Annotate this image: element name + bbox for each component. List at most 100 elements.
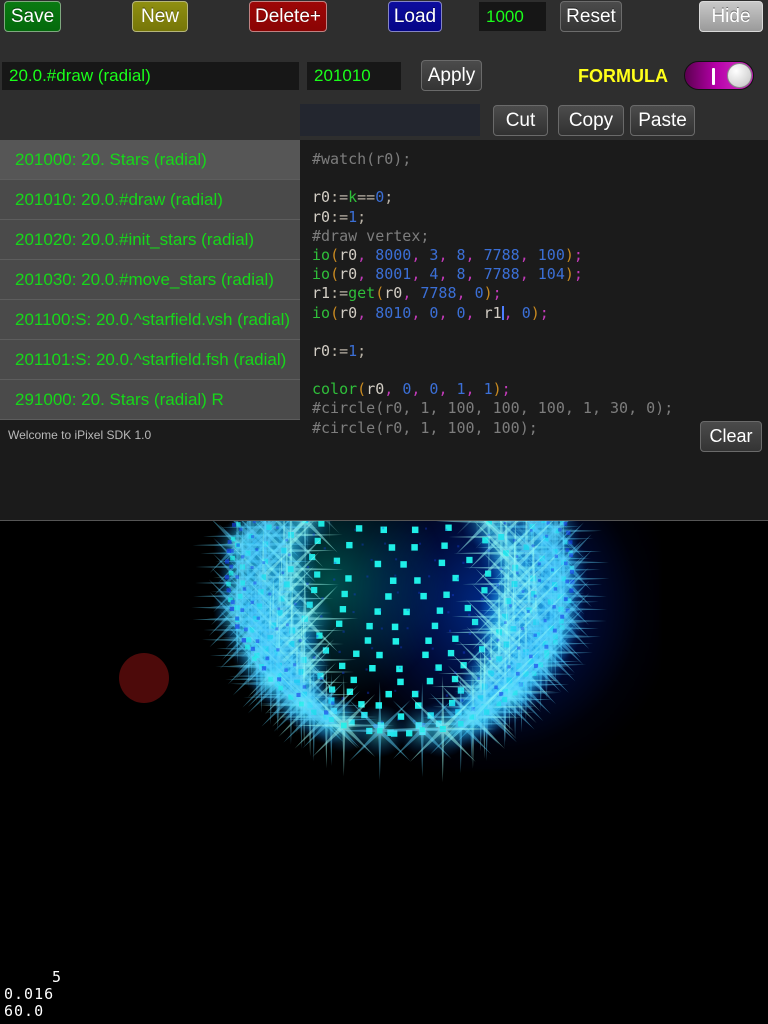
toggle-bar-indicator	[712, 68, 715, 85]
load-button[interactable]: Load	[388, 1, 442, 32]
save-button[interactable]: Save	[4, 1, 61, 32]
code-token: 0	[402, 380, 412, 399]
code-token: r0	[384, 284, 403, 303]
code-token: ;	[501, 380, 511, 399]
delete-button[interactable]: Delete+	[249, 1, 327, 32]
code-token: ,	[411, 303, 430, 322]
code-token: :=	[330, 284, 349, 303]
code-token: r0	[339, 303, 358, 322]
code-token: ;	[539, 303, 549, 322]
code-token: 0	[375, 188, 385, 207]
formula-toggle[interactable]	[684, 61, 754, 90]
list-item-label: 291000: 20. Stars (radial) R	[15, 389, 224, 409]
code-token: ,	[456, 284, 475, 303]
code-token: ;	[573, 265, 583, 284]
search-input[interactable]	[300, 104, 480, 136]
code-token: r0	[339, 245, 358, 264]
code-token: r0	[312, 341, 331, 360]
code-token: ,	[357, 245, 376, 264]
code-token: 8	[456, 265, 466, 284]
list-item[interactable]: 201101:S: 20.0.^starfield.fsh (radial)	[0, 340, 300, 380]
code-token: ,	[519, 265, 538, 284]
code-token: color	[312, 380, 358, 399]
code-token: 0	[521, 303, 531, 322]
copy-button[interactable]: Copy	[558, 105, 624, 136]
code-token: ,	[438, 265, 457, 284]
code-token: k	[348, 188, 358, 207]
name-input[interactable]: 20.0.#draw (radial)	[2, 62, 299, 90]
code-token: )	[530, 303, 540, 322]
ide-panel: Save New Delete+ Load 1000 Reset Hide 20…	[0, 0, 768, 521]
program-list[interactable]: 201000: 20. Stars (radial) 201010: 20.0.#…	[0, 140, 300, 420]
code-editor[interactable]: #watch(r0); r0:=k==0; r0:=1; #draw vertex; i…	[300, 140, 768, 520]
fps-counters: 5 0.016 60.0	[4, 969, 62, 1020]
code-token: 7788	[420, 284, 457, 303]
code-token: 7788	[483, 265, 520, 284]
code-token: (	[330, 245, 340, 264]
apply-button[interactable]: Apply	[421, 60, 482, 91]
code-line: r0:=1;	[312, 342, 768, 361]
code-token: :=	[330, 207, 349, 226]
code-token: io	[312, 245, 331, 264]
code-line: #circle(r0, 1, 100, 100, 100, 1, 30, 0);	[312, 399, 768, 418]
code-token: 104	[537, 265, 565, 284]
code-token: 0	[474, 284, 484, 303]
code-token: ,	[357, 303, 376, 322]
code-token: 7788	[483, 245, 520, 264]
status-panel: Welcome to iPixel SDK 1.0	[0, 420, 300, 520]
list-item-label: 201000: 20. Stars (radial)	[15, 149, 207, 169]
code-token: ,	[465, 303, 484, 322]
code-token: ==	[357, 188, 376, 207]
red-circle-primitive	[119, 653, 169, 703]
code-token: r0	[339, 265, 358, 284]
list-item[interactable]: 291000: 20. Stars (radial) R	[0, 380, 300, 420]
code-token: 8001	[375, 265, 412, 284]
list-item[interactable]: 201000: 20. Stars (radial)	[0, 140, 300, 180]
code-token: (	[357, 380, 367, 399]
code-token: #draw vertex;	[312, 226, 430, 245]
code-token: 0	[456, 303, 466, 322]
code-token: #circle(r0, 1, 100, 100);	[312, 418, 538, 437]
code-token: )	[564, 265, 574, 284]
clear-button[interactable]: Clear	[700, 421, 762, 452]
paste-button[interactable]: Paste	[630, 105, 695, 136]
list-item[interactable]: 201020: 20.0.#init_stars (radial)	[0, 220, 300, 260]
code-token: io	[312, 265, 331, 284]
code-token: 8010	[375, 303, 412, 322]
list-item[interactable]: 201010: 20.0.#draw (radial)	[0, 180, 300, 220]
code-line: io(r0, 8000, 3, 8, 7788, 100);	[312, 246, 768, 265]
toggle-knob[interactable]	[727, 63, 752, 88]
code-token: ,	[357, 265, 376, 284]
code-token: (	[330, 303, 340, 322]
code-token: ,	[465, 265, 484, 284]
code-token: 1	[348, 341, 358, 360]
code-token: #watch(r0);	[312, 150, 412, 168]
code-token: ,	[402, 284, 421, 303]
code-token: 8	[456, 245, 466, 264]
count-input[interactable]: 1000	[479, 2, 546, 31]
code-token: ,	[465, 245, 484, 264]
list-item-label: 201101:S: 20.0.^starfield.fsh (radial)	[15, 349, 287, 369]
code-token: :=	[330, 188, 349, 207]
reset-button[interactable]: Reset	[560, 1, 622, 32]
list-item-label: 201020: 20.0.#init_stars (radial)	[15, 229, 255, 249]
new-button[interactable]: New	[132, 1, 188, 32]
code-token: )	[564, 245, 574, 264]
code-token: ;	[492, 284, 502, 303]
code-line: #watch(r0);	[312, 150, 768, 169]
code-token: r0	[312, 188, 331, 207]
cut-button[interactable]: Cut	[493, 105, 548, 136]
code-line: io(r0, 8010, 0, 0, r1, 0);	[312, 304, 768, 323]
code-line: color(r0, 0, 0, 1, 1);	[312, 380, 768, 399]
hide-button[interactable]: Hide	[699, 1, 763, 32]
code-token: ,	[411, 245, 430, 264]
list-item[interactable]: 201100:S: 20.0.^starfield.vsh (radial)	[0, 300, 300, 340]
code-token: ,	[438, 380, 457, 399]
code-token: (	[375, 284, 385, 303]
code-token: #circle(r0, 1, 100, 100, 100, 1, 30, 0);	[312, 399, 674, 418]
list-item[interactable]: 201030: 20.0.#move_stars (radial)	[0, 260, 300, 300]
id-input[interactable]: 201010	[307, 62, 401, 90]
